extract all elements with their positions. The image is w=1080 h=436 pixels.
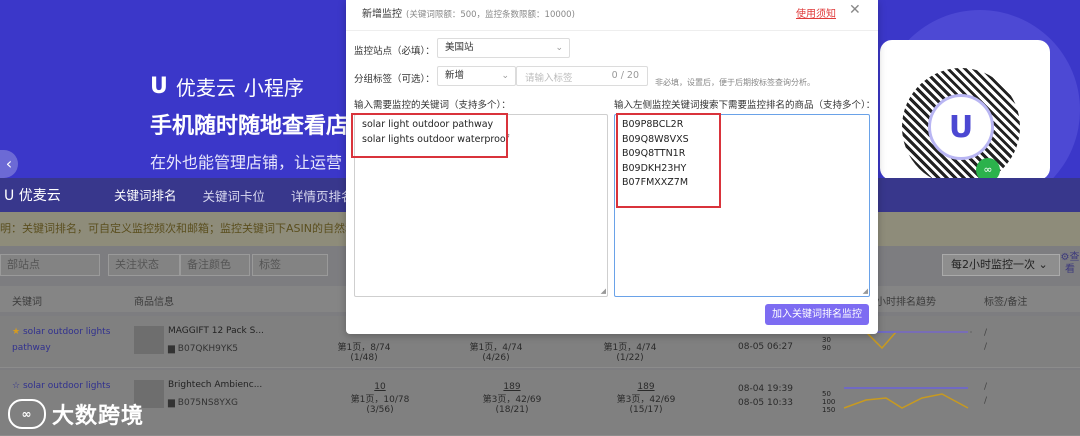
svg-text:150: 150	[822, 406, 835, 414]
col-tags: 标签/备注	[984, 297, 1028, 308]
star-icon[interactable]: ★	[12, 327, 20, 337]
product-title[interactable]: Brightech Ambienc...	[168, 380, 262, 390]
row-keyword[interactable]: ★ solar outdoor lights pathway	[12, 324, 122, 356]
group-select[interactable]: 新增 ⌄	[437, 66, 516, 86]
rank-value[interactable]: 10	[340, 382, 420, 392]
chevron-down-icon: ⌄	[1038, 258, 1048, 271]
filter-color[interactable]: 备注颜色	[180, 254, 250, 276]
filter-status[interactable]: 关注状态	[108, 254, 180, 276]
watermark-logo-icon: ∞	[8, 399, 46, 429]
site-value: 美国站	[445, 42, 474, 53]
star-outline-icon[interactable]: ☆	[12, 381, 20, 391]
dialog-title: 新增监控 (关键词限额：500，监控条数限额：10000)	[362, 9, 575, 20]
rank-value[interactable]: 189	[606, 382, 686, 392]
banner-prev-arrow-icon[interactable]: ‹	[0, 150, 18, 178]
site-select[interactable]: 美国站 ⌄	[437, 38, 570, 58]
tab-keyword-slot[interactable]: 关键词卡位	[203, 178, 266, 213]
filter-tag[interactable]: 标签	[252, 254, 328, 276]
qr-logo-icon: U	[928, 94, 994, 160]
watermark: ∞ 大数跨境	[8, 398, 144, 430]
banner-brand-name: 优麦云	[175, 76, 236, 100]
nav-brand-name: 优麦云	[18, 188, 61, 204]
rank-position: 第1页，4/74 (1/22)	[603, 343, 657, 363]
svg-text:100: 100	[822, 398, 835, 406]
rank-cell: 第1页，4/74 (1/22)	[590, 340, 670, 363]
frequency-value: 每2小时监控一次	[951, 258, 1035, 271]
rank-position: 第3页，42/69 (15/17)	[616, 395, 676, 415]
asins-label: 输入左侧监控关键词搜索下需要监控排名的商品（支持多个）：	[614, 100, 876, 111]
rank-position: 第1页，10/78 (3/56)	[350, 395, 410, 415]
banner-brand-suffix: 小程序	[243, 76, 304, 100]
col-product[interactable]: 商品信息	[134, 293, 174, 308]
col-keyword[interactable]: 关键词	[12, 293, 42, 308]
banner-brand: U 优麦云 小程序	[150, 72, 304, 101]
usage-rules-link[interactable]: 使用须知	[796, 5, 836, 20]
row-tags[interactable]: / /	[984, 326, 987, 354]
us-flag-icon: ▆	[168, 398, 175, 408]
dialog-header: 新增监控 (关键词限额：500，监控条数限额：10000) 使用须知 ✕	[346, 0, 878, 22]
svg-text:50: 50	[822, 390, 831, 398]
col-trend: 小时排名趋势	[876, 297, 936, 308]
add-keyword-monitor-button[interactable]: 加入关键词排名监控	[765, 304, 869, 325]
rank-position: 第1页，8/74 (1/48)	[337, 343, 391, 363]
dialog-quota-hint: (关键词限额：500，监控条数限额：10000)	[406, 10, 575, 20]
rank-cell: 189 第3页，42/69 (15/17)	[606, 382, 686, 415]
keywords-highlight	[351, 113, 508, 158]
nav-logo-icon: U	[4, 188, 15, 204]
watermark-text: 大数跨境	[52, 404, 145, 429]
header-divider	[346, 30, 878, 31]
tag-char-count: 0 / 20	[611, 70, 639, 81]
filter-site[interactable]: 部站点	[0, 254, 100, 276]
frequency-select[interactable]: 每2小时监控一次 ⌄	[942, 254, 1060, 276]
banner-headline: 手机随时随地查看店	[150, 114, 349, 139]
row-tags[interactable]: / /	[984, 380, 987, 408]
resize-handle-icon[interactable]: ◢	[863, 288, 868, 295]
rank-value[interactable]: 189	[472, 382, 552, 392]
nav-brand[interactable]: U 优麦云	[4, 185, 114, 205]
us-flag-icon: ▆	[168, 344, 175, 354]
asins-highlight	[616, 113, 721, 208]
resize-handle-icon[interactable]: ◢	[601, 288, 606, 295]
product-thumbnail	[134, 326, 164, 354]
brand-logo-icon: U	[150, 74, 168, 99]
product-title[interactable]: MAGGIFT 12 Pack S...	[168, 326, 264, 336]
product-asin[interactable]: ▆ B075NS8YXG	[168, 398, 238, 408]
rank-cell: 10 第1页，10/78 (3/56)	[340, 382, 420, 415]
group-label: 分组标签（可选）：	[354, 74, 435, 85]
banner-subline: 在外也能管理店铺，让运营	[150, 153, 343, 172]
rank-cell: 189 第3页，42/69 (18/21)	[472, 382, 552, 415]
row-keyword[interactable]: ☆ solar outdoor lights	[12, 378, 122, 394]
help-link[interactable]: ⚙查看	[1060, 252, 1080, 276]
group-value: 新增	[445, 70, 465, 81]
site-label: 监控站点（必填）：	[354, 46, 435, 57]
tab-keyword-rank[interactable]: 关键词排名	[114, 177, 177, 214]
rank-position: 第1页，4/74 (4/26)	[469, 343, 523, 363]
keywords-label: 输入需要监控的关键词（支持多个）：	[354, 100, 511, 111]
product-asin[interactable]: ▆ B07QKH9YK5	[168, 344, 238, 354]
tag-input[interactable]: 请输入标签 0 / 20	[516, 66, 648, 86]
rank-position: 第3页，42/69 (18/21)	[482, 395, 542, 415]
chevron-down-icon: ⌄	[555, 43, 563, 53]
rank-cell: 第1页，8/74 (1/48)	[324, 340, 404, 363]
tab-detail-rank[interactable]: 详情页排名	[291, 178, 354, 213]
tag-placeholder: 请输入标签	[525, 73, 573, 84]
svg-text:30: 30	[822, 336, 831, 344]
row-time: 08-04 19:39 08-05 10:33	[738, 384, 793, 408]
add-monitor-dialog: 新增监控 (关键词限额：500，监控条数限额：10000) 使用须知 ✕ 监控站点…	[346, 0, 878, 334]
row-time: 08-05 06:27	[738, 342, 793, 352]
table-row: ☆ solar outdoor lights Brightech Ambienc…	[0, 370, 1080, 436]
trend-chart: 50 100 150	[822, 387, 969, 414]
close-icon[interactable]: ✕	[849, 2, 861, 18]
svg-text:90: 90	[822, 344, 831, 352]
rank-cell: 第1页，4/74 (4/26)	[456, 340, 536, 363]
chevron-down-icon: ⌄	[501, 71, 509, 81]
tag-tip: 非必填，设置后，便于后期按标签查询分析。	[655, 78, 815, 87]
